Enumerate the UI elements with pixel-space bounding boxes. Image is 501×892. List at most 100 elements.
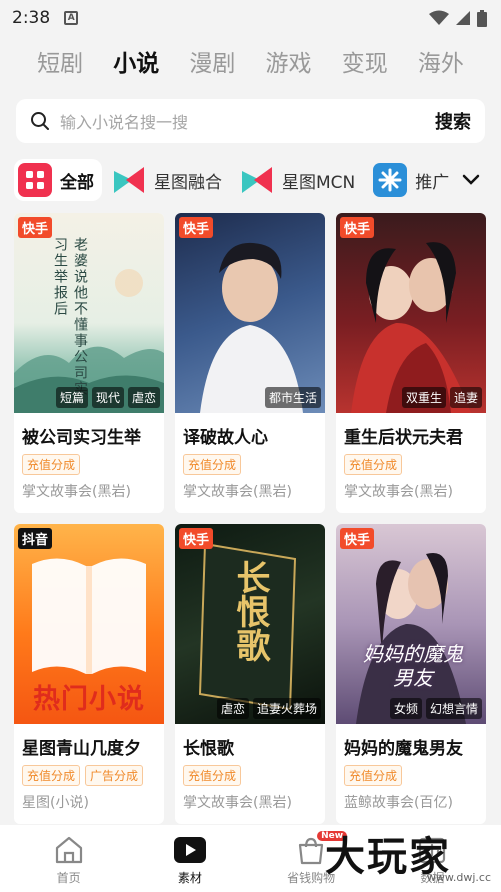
revenue-label: 充值分成: [183, 454, 242, 475]
chip-label: 星图MCN: [282, 172, 356, 193]
novel-title: 星图青山几度夕: [22, 739, 141, 759]
source-chips: 全部 星图融合 星图MCN 推广: [14, 158, 501, 202]
genre-tag: 都市生活: [264, 387, 321, 408]
platform-badge: 快手: [340, 217, 375, 238]
novel-source: 掌文故事会(黑岩): [22, 484, 131, 500]
status-time: 2:38: [12, 8, 51, 28]
nav-label: 数据: [420, 871, 445, 885]
grid-icon: [18, 163, 52, 197]
novel-source: 掌文故事会(黑岩): [344, 484, 453, 500]
chevron-down-icon[interactable]: [459, 168, 483, 192]
play-icon: [173, 837, 206, 863]
ad-revenue-label: 广告分成: [85, 765, 144, 786]
revenue-label: 充值分成: [22, 765, 81, 786]
cover-tags: 女频 幻想言情: [389, 698, 482, 719]
genre-tag: 虐恋: [127, 387, 160, 408]
genre-tag: 现代: [91, 387, 124, 408]
novel-title: 被公司实习生举: [22, 428, 141, 448]
cover-tags: 双重生 追妻: [401, 387, 482, 408]
search-button[interactable]: 搜索: [435, 108, 471, 134]
tab-bianxian[interactable]: 变现: [342, 44, 388, 84]
revenue-label: 充值分成: [183, 765, 242, 786]
chip-xingtu-ronghe[interactable]: 星图融合: [108, 159, 230, 201]
novel-card[interactable]: 老婆说他不懂事公司实习生举报后 快手 短篇 现代 虐恋 被公司实习生举 充值分成…: [14, 213, 164, 513]
nav-label: 省钱购物: [287, 871, 336, 885]
novel-cover: 热门小说 抖音: [14, 524, 164, 724]
xingtu-logo-icon: [112, 163, 146, 197]
notification-a-icon: A: [64, 11, 79, 25]
chip-label: 星图融合: [154, 172, 222, 193]
nav-data[interactable]: 数据: [382, 825, 482, 892]
search-input[interactable]: 输入小说名搜一搜: [60, 109, 435, 133]
chip-tuiguang[interactable]: 推广: [369, 159, 457, 201]
platform-badge: 抖音: [18, 528, 53, 549]
cover-tags: 虐恋 追妻火葬场: [216, 698, 321, 719]
home-icon: [55, 836, 82, 864]
tuiguang-logo-icon: [373, 163, 408, 197]
couple-illustration: [356, 552, 466, 724]
couple-illustration: [351, 242, 471, 413]
nav-home[interactable]: 首页: [19, 825, 119, 892]
novel-card[interactable]: 快手 都市生活 译破故人心 充值分成 掌文故事会(黑岩): [175, 213, 325, 513]
chip-label: 全部: [60, 172, 94, 193]
revenue-labels: 充值分成: [336, 759, 486, 786]
status-bar: 2:38 A: [0, 0, 501, 36]
revenue-label: 充值分成: [22, 454, 81, 475]
novel-title: 妈妈的魔鬼男友: [344, 739, 463, 759]
platform-badge: 快手: [18, 217, 53, 238]
genre-tag: 女频: [389, 698, 422, 719]
novel-title: 长恨歌: [183, 739, 234, 759]
novel-cover: 妈妈的魔鬼男友 快手 女频 幻想言情: [336, 524, 486, 724]
novel-title: 重生后状元夫君: [344, 428, 463, 448]
novel-card[interactable]: 热门小说 抖音 星图青山几度夕 充值分成 广告分成 星图(小说): [14, 524, 164, 824]
status-icons: [429, 9, 487, 27]
novel-source: 星图(小说): [22, 795, 89, 811]
novel-card[interactable]: 快手 双重生 追妻 重生后状元夫君 充值分成 掌文故事会(黑岩): [336, 213, 486, 513]
revenue-labels: 充值分成: [14, 448, 164, 475]
genre-tag: 幻想言情: [425, 698, 482, 719]
revenue-labels: 充值分成 广告分成: [14, 759, 164, 786]
chip-all[interactable]: 全部: [14, 159, 102, 201]
cover-tags: 都市生活: [264, 387, 321, 408]
novel-card[interactable]: 妈妈的魔鬼男友 快手 女频 幻想言情 妈妈的魔鬼男友 充值分成 蓝鲸故事会(百亿…: [336, 524, 486, 824]
tab-xiaoshuo[interactable]: 小说: [113, 44, 159, 84]
novel-title: 译破故人心: [183, 428, 268, 448]
search-bar[interactable]: 输入小说名搜一搜 搜索: [16, 99, 485, 143]
nav-shopping[interactable]: New 省钱购物: [261, 825, 361, 892]
character-illustration: [200, 242, 303, 413]
wifi-icon: [429, 10, 449, 25]
novel-cover: 长恨歌 快手 虐恋 追妻火葬场: [175, 524, 325, 724]
battery-icon: [477, 9, 487, 27]
genre-tag: 虐恋: [216, 698, 249, 719]
platform-badge: 快手: [340, 528, 375, 549]
tab-manju[interactable]: 漫剧: [189, 44, 235, 84]
revenue-labels: 充值分成: [175, 448, 325, 475]
cover-title-text: 长恨歌: [230, 560, 270, 662]
platform-badge: 快手: [179, 217, 214, 238]
novel-cover: 快手 双重生 追妻: [336, 213, 486, 413]
tab-haiwai[interactable]: 海外: [418, 44, 464, 84]
tab-duanju[interactable]: 短剧: [37, 44, 83, 84]
revenue-labels: 充值分成: [336, 448, 486, 475]
nav-sucai[interactable]: 素材: [140, 825, 240, 892]
nav-label: 素材: [177, 871, 202, 885]
platform-badge: 快手: [179, 528, 214, 549]
tab-youxi[interactable]: 游戏: [266, 44, 312, 84]
nav-label: 首页: [56, 871, 81, 885]
revenue-labels: 充值分成: [175, 759, 325, 786]
chip-xingtu-mcn[interactable]: 星图MCN: [236, 159, 363, 201]
novel-source: 蓝鲸故事会(百亿): [344, 795, 453, 811]
signal-icon: [456, 11, 470, 25]
novel-source: 掌文故事会(黑岩): [183, 795, 292, 811]
genre-tag: 短篇: [55, 387, 88, 408]
revenue-label: 充值分成: [344, 454, 403, 475]
novel-card[interactable]: 长恨歌 快手 虐恋 追妻火葬场 长恨歌 充值分成 掌文故事会(黑岩): [175, 524, 325, 824]
new-badge: New: [317, 831, 348, 841]
genre-tag: 追妻: [449, 387, 482, 408]
novel-cover: 老婆说他不懂事公司实习生举报后 快手 短篇 现代 虐恋: [14, 213, 164, 413]
novel-source: 掌文故事会(黑岩): [183, 484, 292, 500]
category-tabs: 短剧 小说 漫剧 游戏 变现 海外: [0, 44, 501, 84]
cover-title-text: 妈妈的魔鬼男友: [363, 642, 463, 690]
novel-cover: 快手 都市生活: [175, 213, 325, 413]
search-icon: [31, 112, 49, 130]
